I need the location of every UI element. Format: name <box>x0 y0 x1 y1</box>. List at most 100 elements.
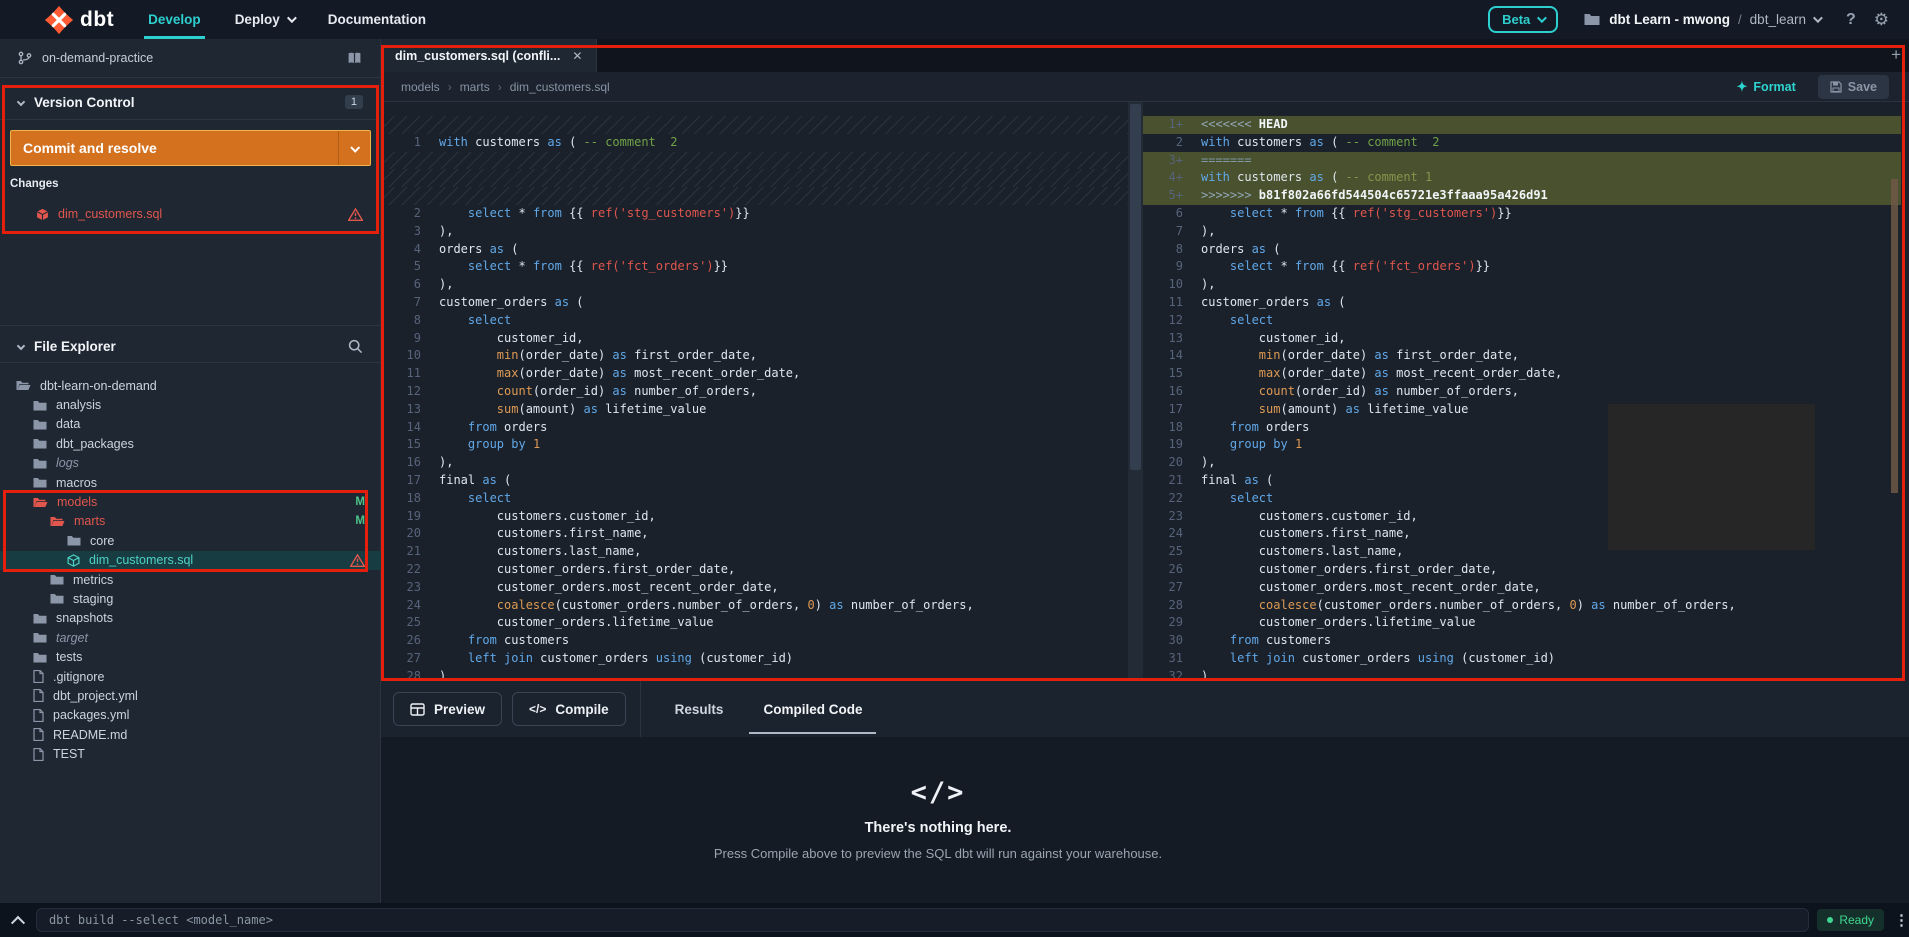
bottom-toolbar: Preview </> Compile Results Compiled Cod… <box>381 681 1909 737</box>
line-number: 2 <box>413 205 421 220</box>
git-modified-badge: M <box>355 515 365 528</box>
tree-item-marts[interactable]: marts M <box>0 512 381 531</box>
compile-button[interactable]: </> Compile <box>512 692 626 726</box>
file-tree: dbt-learn-on-demand analysis data dbt_packa… <box>0 376 381 764</box>
add-tab-icon[interactable]: + <box>1891 45 1901 65</box>
code-line: 15 max(order_date) as most_recent_order_… <box>1143 365 1901 383</box>
help-icon[interactable]: ? <box>1846 11 1856 29</box>
tree-item-staging[interactable]: staging <box>0 589 381 608</box>
code-line: 3), <box>381 223 1128 241</box>
tree-item-dbt-learn-on-demand[interactable]: dbt-learn-on-demand <box>0 376 381 395</box>
beta-dropdown[interactable]: Beta <box>1488 6 1559 33</box>
tree-item-dim-customers-sql[interactable]: dim_customers.sql <box>0 550 381 570</box>
changed-file-item[interactable]: dim_customers.sql <box>0 202 381 226</box>
tree-item-metrics[interactable]: metrics <box>0 570 381 589</box>
line-number: 14 <box>1168 348 1183 363</box>
git-branch-row[interactable]: on-demand-practice <box>0 39 381 78</box>
nav-documentation[interactable]: Documentation <box>328 0 426 39</box>
line-number: 6 <box>1175 205 1183 220</box>
nav-develop[interactable]: Develop <box>144 0 205 39</box>
line-number: 24 <box>406 597 421 612</box>
diff-pane-left[interactable]: 1 with customers as ( -- comment 2 2 selec… <box>381 102 1128 681</box>
code-line: 20 customers.first_name, <box>381 525 1128 543</box>
command-input[interactable] <box>35 908 1810 932</box>
code-line: 12 select <box>1143 312 1901 330</box>
warning-icon <box>350 553 365 567</box>
folder-open-icon <box>50 516 65 527</box>
tree-item-label: README.md <box>53 727 128 742</box>
empty-state-subtitle: Press Compile above to preview the SQL d… <box>713 846 1163 861</box>
folder-icon <box>67 535 81 546</box>
tree-item-dbt-project-yml[interactable]: dbt_project.yml <box>0 686 381 705</box>
tree-item-label: macros <box>56 475 97 490</box>
tree-item-target[interactable]: target <box>0 628 381 647</box>
project-separator: / <box>1738 12 1742 27</box>
tab-dim-customers[interactable]: dim_customers.sql (confli... ✕ <box>381 39 598 72</box>
tree-item-models[interactable]: models M <box>0 492 381 511</box>
line-number: 15 <box>1168 366 1183 381</box>
breadcrumb-file[interactable]: dim_customers.sql <box>510 80 610 94</box>
format-button[interactable]: ✦ Format <box>1737 79 1796 95</box>
line-number: 17 <box>1168 401 1183 416</box>
folder-icon <box>50 593 64 604</box>
line-number: 13 <box>1168 330 1183 345</box>
scrollbar-thumb[interactable] <box>1130 104 1141 470</box>
preview-button[interactable]: Preview <box>393 692 503 726</box>
code-line: 2 select * from {{ ref('stg_customers')}… <box>381 205 1128 223</box>
tree-item-analysis[interactable]: analysis <box>0 395 381 414</box>
git-branch-icon <box>18 51 32 65</box>
breadcrumb-models[interactable]: models <box>401 80 440 94</box>
code-line: 8 orders as ( <box>1143 241 1901 259</box>
gear-icon[interactable]: ⚙ <box>1874 10 1889 30</box>
overview-ruler <box>1891 179 1898 493</box>
save-button[interactable]: Save <box>1817 74 1889 99</box>
overflow-menu-icon[interactable]: ⋮ <box>1894 911 1909 929</box>
tree-item-test[interactable]: TEST <box>0 744 381 763</box>
search-icon[interactable] <box>348 339 363 354</box>
tab-results[interactable]: Results <box>669 681 730 737</box>
line-number: 28 <box>406 668 421 681</box>
line-number: 19 <box>406 508 421 523</box>
code-line: 18 select <box>381 490 1128 508</box>
commit-and-resolve-button[interactable]: Commit and resolve <box>10 130 371 166</box>
tree-item-dbt-packages[interactable]: dbt_packages <box>0 434 381 453</box>
environment-selector[interactable]: dbt_learn <box>1750 12 1823 27</box>
tree-item-core[interactable]: core <box>0 531 381 550</box>
code-line: 4 orders as ( <box>381 241 1128 259</box>
status-dot <box>1827 917 1834 923</box>
tree-item-tests[interactable]: tests <box>0 647 381 666</box>
pane-divider[interactable] <box>1128 102 1143 681</box>
tree-item-logs[interactable]: logs <box>0 454 381 473</box>
chevron-up-icon[interactable] <box>10 915 26 930</box>
diff-pane-right[interactable]: 1+ <<<<<<< HEAD 2 with customers as ( -- co… <box>1143 102 1901 681</box>
breadcrumb-marts[interactable]: marts <box>460 80 490 94</box>
commit-options-dropdown[interactable] <box>338 131 370 165</box>
docs-book-icon[interactable] <box>346 52 363 65</box>
tab-compiled-code[interactable]: Compiled Code <box>749 681 877 737</box>
nav-deploy[interactable]: Deploy <box>235 0 297 39</box>
code-line: 14 from orders <box>381 419 1128 437</box>
chevron-down-icon <box>16 97 26 107</box>
dbt-logo[interactable]: dbt <box>44 5 114 35</box>
tree-item--gitignore[interactable]: .gitignore <box>0 667 381 686</box>
code-line: 6), <box>381 276 1128 294</box>
line-number: 6 <box>413 277 421 292</box>
tree-item-packages-yml[interactable]: packages.yml <box>0 706 381 725</box>
code-line: 27 customer_orders.most_recent_order_dat… <box>1143 579 1901 597</box>
tree-item-macros[interactable]: macros <box>0 473 381 492</box>
code-line: 30 from customers <box>1143 632 1901 650</box>
code-line: 23 customer_orders.most_recent_order_dat… <box>381 579 1128 597</box>
chevron-down-icon <box>1812 13 1823 24</box>
line-number: 10 <box>406 348 421 363</box>
tree-item-snapshots[interactable]: snapshots <box>0 609 381 628</box>
version-control-header[interactable]: Version Control 1 <box>0 85 381 120</box>
tree-item-readme-md[interactable]: README.md <box>0 725 381 744</box>
line-number: 5+ <box>1168 188 1183 203</box>
code-gap-row <box>381 116 1128 134</box>
project-name[interactable]: dbt Learn - mwong <box>1609 12 1730 27</box>
tree-item-data[interactable]: data <box>0 415 381 434</box>
diff-editor[interactable]: 1 with customers as ( -- comment 2 2 selec… <box>381 102 1909 681</box>
close-icon[interactable]: ✕ <box>572 49 582 63</box>
file-explorer-header[interactable]: File Explorer <box>0 330 381 363</box>
code-line: 4+ with customers as ( -- comment 1 <box>1143 169 1901 188</box>
